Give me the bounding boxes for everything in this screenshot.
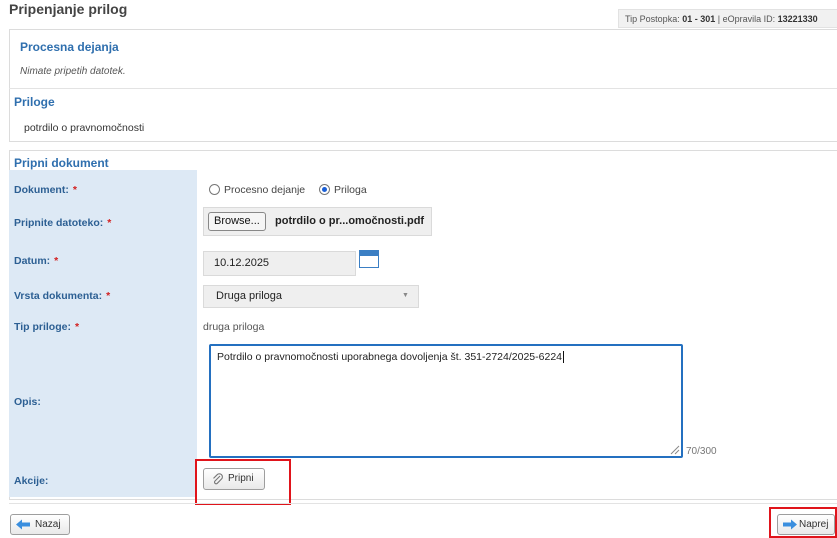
nazaj-button[interactable]: Nazaj (10, 514, 70, 535)
browse-button[interactable]: Browse... (208, 212, 266, 231)
naprej-button-label: Naprej (799, 519, 829, 530)
pripni-button-label: Pripni (228, 473, 254, 484)
vrsta-dokumenta-select[interactable]: Druga priloga (203, 285, 419, 308)
resize-handle-icon[interactable] (669, 444, 680, 455)
process-type-label: Tip Postopka: (625, 14, 680, 24)
tip-priloge-label: Tip priloge: * (14, 321, 80, 333)
datum-label: Datum: * (14, 255, 59, 267)
akcije-label: Akcije: (14, 475, 49, 487)
calendar-icon[interactable] (359, 250, 379, 268)
chevron-down-icon: ▼ (402, 292, 409, 299)
paperclip-icon (213, 473, 223, 485)
opis-textarea[interactable]: Potrdilo o pravnomočnosti uporabnega dov… (209, 344, 683, 458)
procesna-dejanja-title: Procesna dejanja (20, 40, 119, 54)
process-type-value: 01 - 301 (682, 14, 716, 24)
selected-filename: potrdilo o pr...omočnosti.pdf (275, 215, 425, 227)
char-counter: 70/300 (686, 446, 717, 457)
datum-input[interactable]: 10.12.2025 (203, 251, 356, 276)
opis-text: Potrdilo o pravnomočnosti uporabnega dov… (217, 351, 562, 363)
opis-label: Opis: (14, 396, 41, 408)
naprej-button[interactable]: Naprej (777, 514, 835, 535)
divider (9, 88, 837, 89)
process-info-bar: Tip Postopka: 01 - 301 | eOpravila ID: 1… (618, 9, 837, 28)
tip-priloge-value: druga priloga (203, 321, 265, 333)
eopravila-id: 13221330 (777, 14, 818, 24)
dokument-label: Dokument: * (14, 184, 77, 196)
priloga-item[interactable]: potrdilo o pravnomočnosti (24, 122, 144, 134)
page-title: Pripenjanje prilog (9, 1, 128, 17)
no-files-message: Nimate pripetih datotek. (20, 66, 126, 77)
nazaj-button-label: Nazaj (35, 519, 61, 530)
arrow-right-icon (783, 519, 797, 530)
radio-procesno-dejanje[interactable] (209, 184, 220, 195)
radio-priloga-label: Priloga (334, 184, 367, 196)
vrsta-dokumenta-label: Vrsta dokumenta: * (14, 290, 111, 302)
pripni-button[interactable]: Pripni (203, 468, 265, 490)
pripni-dokument-title: Pripni dokument (14, 156, 109, 170)
eopravila-label: | eOpravila ID: (717, 14, 776, 24)
radio-priloga[interactable] (319, 184, 330, 195)
datoteka-label: Pripnite datoteko: * (14, 217, 112, 229)
radio-procesno-dejanje-label: Procesno dejanje (224, 184, 306, 196)
priloge-title: Priloge (14, 95, 55, 109)
footer-divider (9, 503, 837, 504)
arrow-left-icon (16, 519, 30, 530)
